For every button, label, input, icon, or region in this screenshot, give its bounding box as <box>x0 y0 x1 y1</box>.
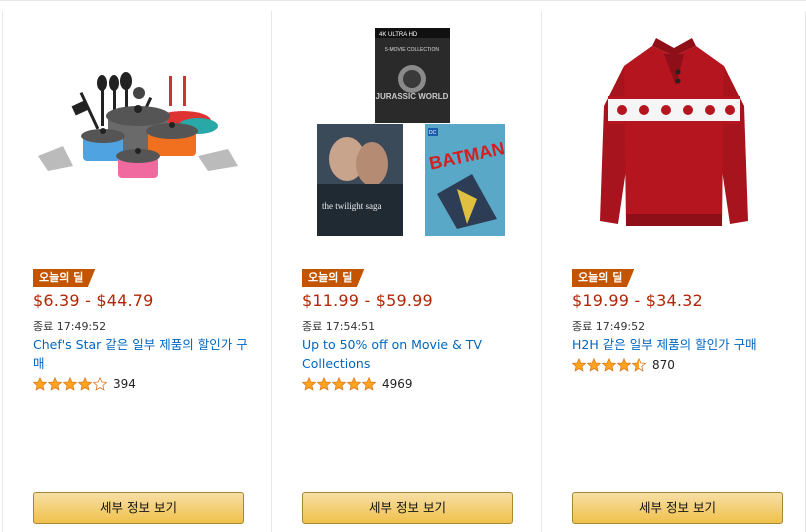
deal-end-time: 종료 17:54:51 <box>302 320 376 333</box>
deal-price: $6.39 - $44.79 <box>33 291 154 310</box>
deal-card: 오늘의 딜 $19.99 - $34.32 종료 17:49:52 H2H 같은… <box>541 11 806 532</box>
jw-4k-label: 4K ULTRA HD <box>379 32 418 38</box>
star-rating[interactable]: 4969 <box>302 377 413 391</box>
rating-count[interactable]: 4969 <box>382 377 413 391</box>
star-full-icon <box>617 358 631 372</box>
star-full-icon <box>48 377 62 391</box>
stars <box>572 358 646 372</box>
star-full-icon <box>78 377 92 391</box>
rating-count[interactable]: 870 <box>652 358 675 372</box>
star-full-icon <box>602 358 616 372</box>
star-rating[interactable]: 870 <box>572 358 675 372</box>
stars <box>302 377 376 391</box>
todays-deal-badge: 오늘의 딜 <box>302 269 365 287</box>
batman-brand: DC <box>429 130 437 136</box>
star-full-icon <box>572 358 586 372</box>
deals-grid: 오늘의 딜 $6.39 - $44.79 종료 17:49:52 Chef's … <box>0 0 806 532</box>
star-full-icon <box>317 377 331 391</box>
twilight-title: the twilight saga <box>322 201 382 211</box>
cookware-set-image[interactable] <box>3 11 272 251</box>
star-full-icon <box>587 358 601 372</box>
star-rating[interactable]: 394 <box>33 377 136 391</box>
see-details-button[interactable]: 세부 정보 보기 <box>302 492 513 524</box>
jw-title: JURASSIC WORLD <box>375 92 448 101</box>
jw-series-label: 5-MOVIE COLLECTION <box>385 47 439 53</box>
star-full-icon <box>302 377 316 391</box>
see-details-button[interactable]: 세부 정보 보기 <box>572 492 783 524</box>
todays-deal-badge: 오늘의 딜 <box>33 269 96 287</box>
star-full-icon <box>63 377 77 391</box>
movie-collections-image[interactable]: 4K ULTRA HD 5-MOVIE COLLECTION JURASSIC … <box>272 11 541 251</box>
deal-end-time: 종료 17:49:52 <box>33 320 107 333</box>
deal-price: $11.99 - $59.99 <box>302 291 433 310</box>
stars <box>33 377 107 391</box>
see-details-button[interactable]: 세부 정보 보기 <box>33 492 244 524</box>
star-half-icon <box>632 358 646 372</box>
star-full-icon <box>362 377 376 391</box>
star-full-icon <box>347 377 361 391</box>
deal-card: 오늘의 딜 $6.39 - $44.79 종료 17:49:52 Chef's … <box>2 11 272 532</box>
star-full-icon <box>33 377 47 391</box>
deal-title-link[interactable]: Chef's Star 같은 일부 제품의 할인가 구매 <box>33 335 255 373</box>
deal-title-link[interactable]: H2H 같은 일부 제품의 할인가 구매 <box>572 335 794 354</box>
deal-card: 4K ULTRA HD 5-MOVIE COLLECTION JURASSIC … <box>271 11 541 532</box>
deal-end-time: 종료 17:49:52 <box>572 320 646 333</box>
red-sweater-image[interactable] <box>542 11 805 251</box>
deal-title-link[interactable]: Up to 50% off on Movie & TV Collections <box>302 335 524 373</box>
star-full-icon <box>332 377 346 391</box>
deal-price: $19.99 - $34.32 <box>572 291 703 310</box>
todays-deal-badge: 오늘의 딜 <box>572 269 635 287</box>
rating-count[interactable]: 394 <box>113 377 136 391</box>
star-empty-icon <box>93 377 107 391</box>
